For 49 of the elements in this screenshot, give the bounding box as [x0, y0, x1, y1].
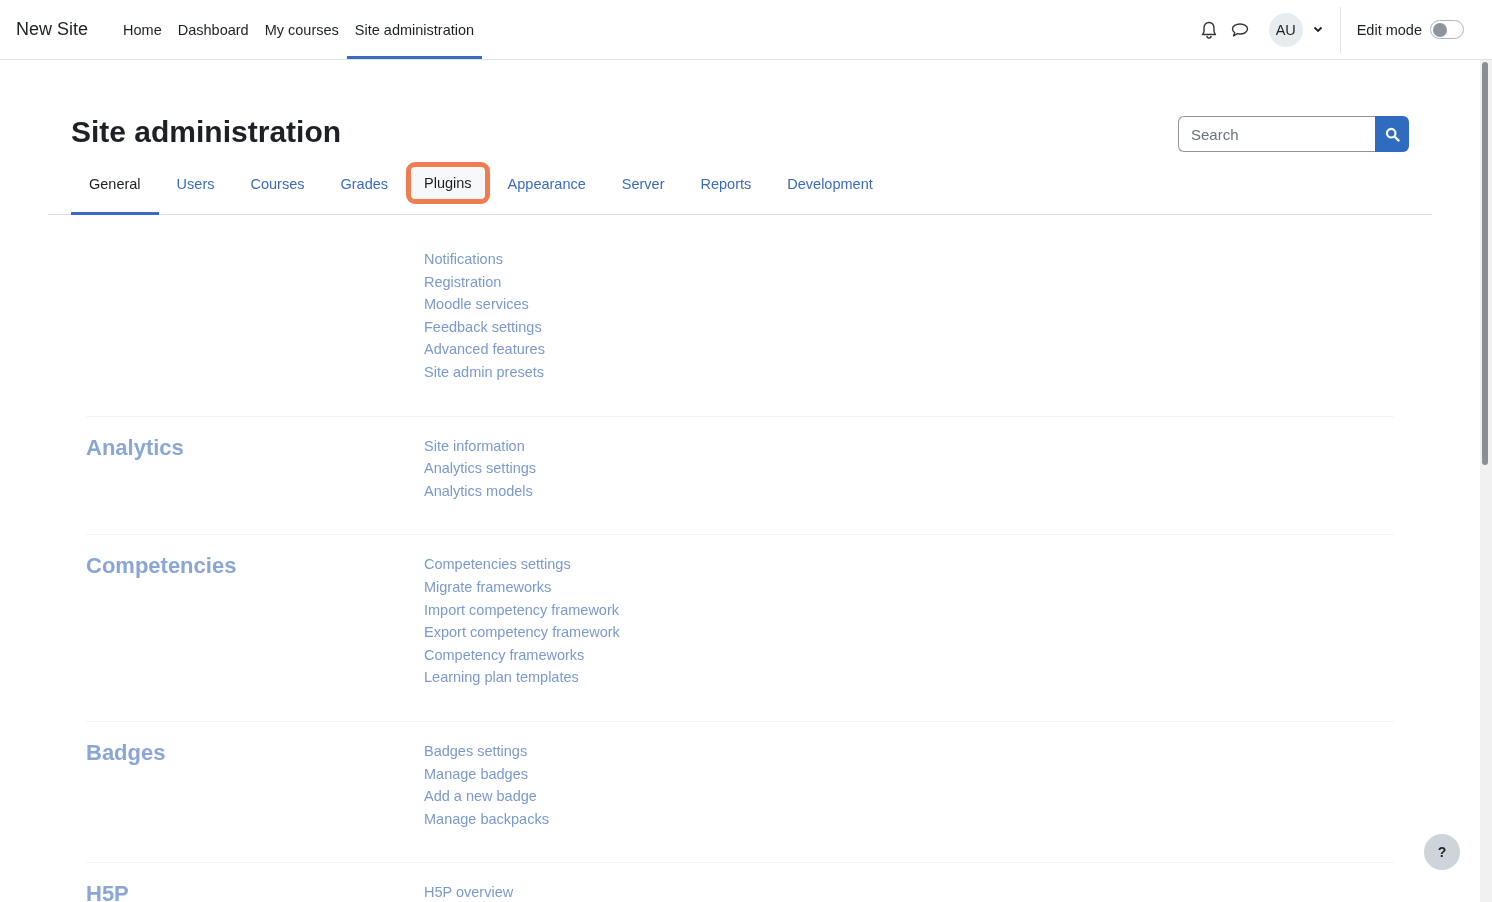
edit-mode-label: Edit mode [1356, 21, 1422, 38]
settings-link[interactable]: Notifications [424, 248, 503, 271]
settings-link[interactable]: Registration [424, 270, 502, 294]
search-field[interactable]: Search [1178, 116, 1375, 152]
tab[interactable]: General [71, 156, 159, 215]
settings-link[interactable]: Manage badges [424, 762, 528, 786]
nav-link[interactable]: Site administration [346, 0, 483, 59]
bell-icon[interactable] [1200, 20, 1217, 39]
settings-link[interactable]: Analytics settings [424, 457, 537, 480]
page-title: Site administration [71, 115, 342, 149]
section-heading[interactable]: Analytics [86, 434, 424, 461]
tab[interactable]: Plugins [406, 161, 490, 204]
help-button[interactable]: ? [1424, 834, 1460, 870]
nav-link[interactable]: Dashboard [169, 0, 257, 59]
settings-link[interactable]: Badges settings [424, 739, 528, 763]
settings-link[interactable]: Manage backpacks [424, 807, 549, 831]
tab[interactable]: Users [158, 156, 233, 215]
settings-link[interactable]: Import competency framework [424, 598, 619, 622]
tab[interactable]: Courses [232, 156, 323, 215]
settings-link[interactable]: Learning plan templates [424, 666, 579, 689]
settings-link[interactable]: Export competency framework [424, 621, 620, 644]
scrollbar[interactable] [1480, 60, 1492, 902]
settings-link[interactable]: Advanced features [424, 338, 545, 361]
tab[interactable]: Reports [682, 156, 770, 215]
section-heading[interactable]: Competencies [86, 553, 424, 580]
settings-link[interactable]: Migrate frameworks [424, 575, 552, 599]
site-name[interactable]: New Site [16, 19, 89, 40]
settings-link[interactable]: H5P overview [424, 881, 514, 902]
settings-link[interactable]: Analytics models [424, 479, 533, 503]
caret-icon[interactable] [1312, 26, 1323, 33]
user-avatar[interactable]: AU [1268, 12, 1303, 47]
tab[interactable]: Appearance [489, 156, 604, 215]
settings-link[interactable]: Competencies settings [424, 553, 571, 576]
nav-link[interactable]: Home [115, 0, 170, 59]
tab[interactable]: Server [603, 156, 683, 215]
settings-link[interactable]: Add a new badge [424, 785, 537, 808]
search-button[interactable] [1375, 116, 1409, 152]
settings-link[interactable]: Competency frameworks [424, 643, 585, 667]
tab[interactable]: Development [769, 156, 891, 215]
nav-link[interactable]: My courses [256, 0, 347, 59]
speech-bubble-icon[interactable] [1230, 21, 1249, 38]
section-heading[interactable]: H5P [86, 881, 424, 902]
settings-link[interactable]: Moodle services [424, 293, 529, 316]
section-heading[interactable]: Badges [86, 739, 424, 766]
settings-link[interactable]: Site admin presets [424, 360, 545, 384]
search-icon [1384, 126, 1400, 142]
settings-link[interactable]: Feedback settings [424, 315, 542, 339]
tab[interactable]: Grades [322, 156, 407, 215]
settings-link[interactable]: Site information [424, 434, 525, 458]
